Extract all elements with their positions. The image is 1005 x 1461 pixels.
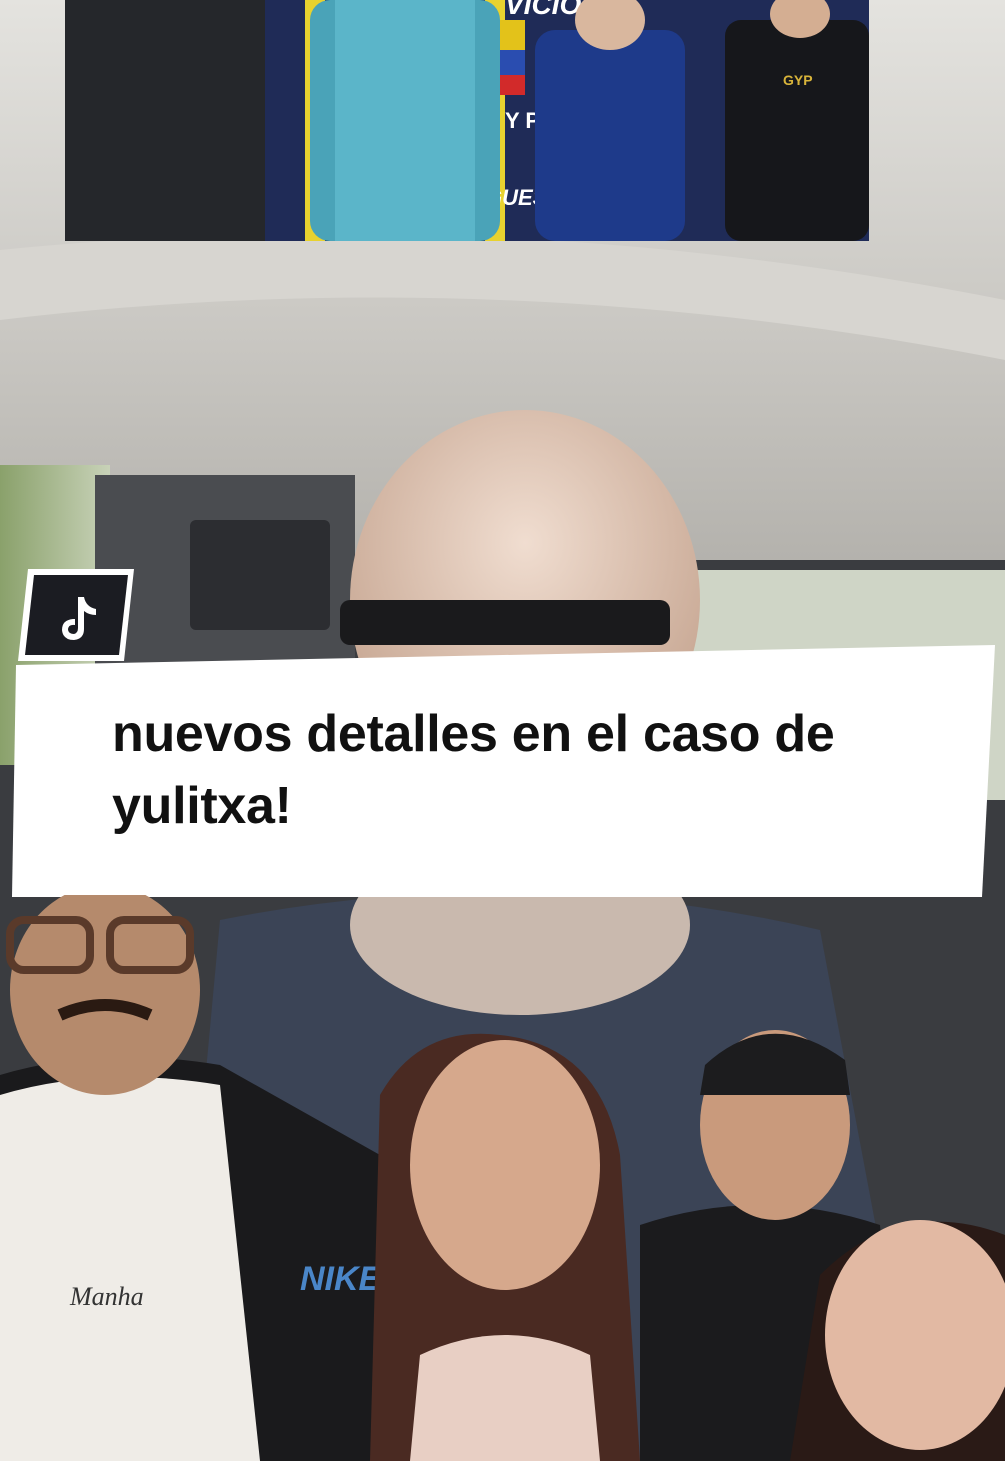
jacket-logo: NIKE [300,1260,383,1298]
person-man-with-glasses: Manha NIKE [0,895,390,1461]
inset-badge-text: GYP [783,72,813,88]
inset-sign-mid: Y P [505,108,540,133]
inset-photo: VICIO Y P GUES GYP [65,0,869,241]
person-woman-center [370,1033,640,1461]
overlay-people: Manha NIKE [0,895,1005,1461]
shirt-text: Manha [69,1282,144,1311]
video-caption: nuevos detalles en el caso de yulitxa! [112,705,835,835]
inset-sign-top: VICIO [505,0,581,20]
